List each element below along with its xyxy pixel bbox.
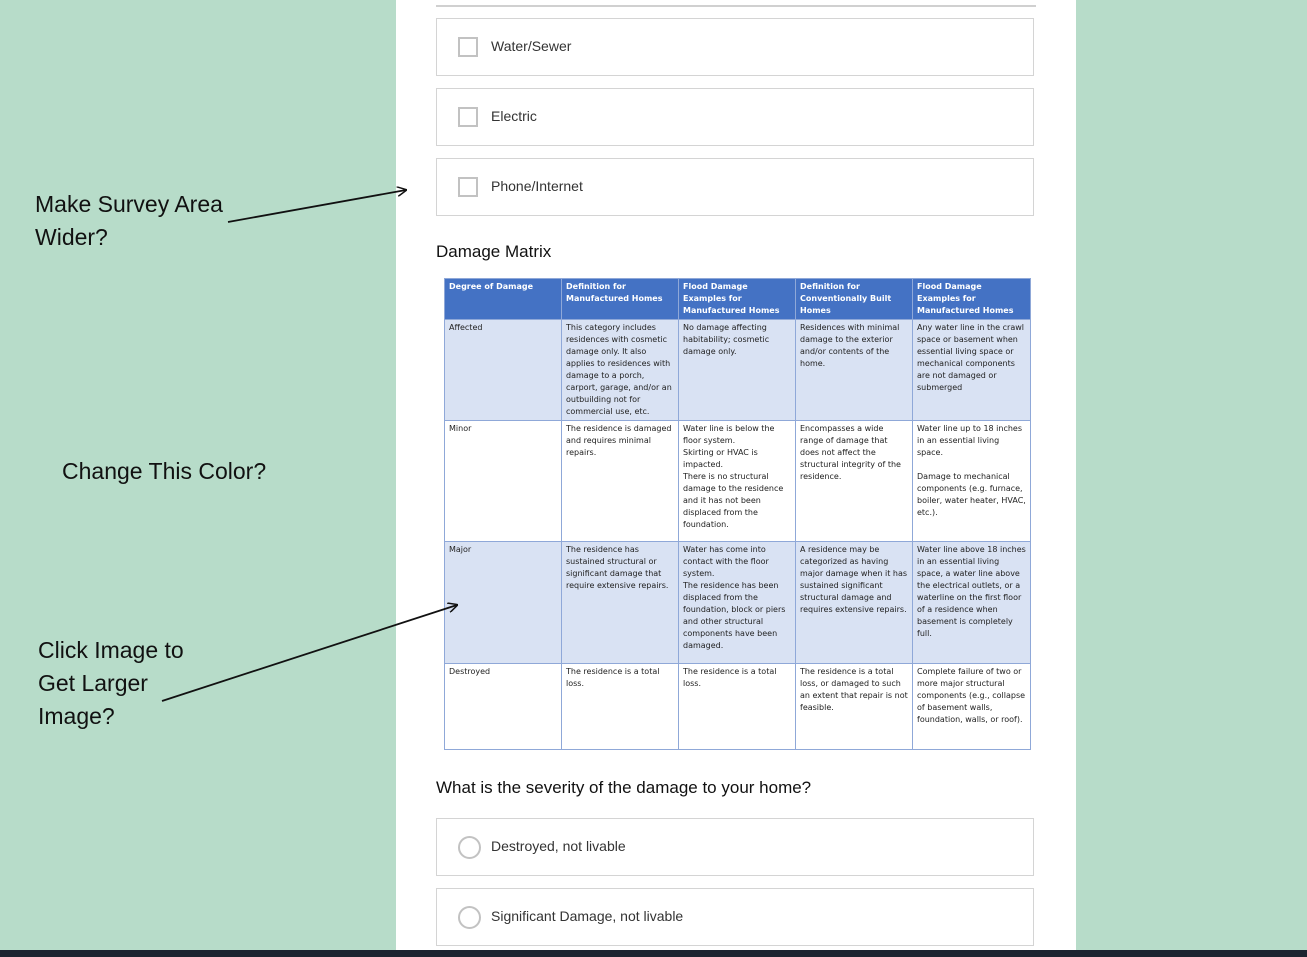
radio-option-destroyed[interactable]: Destroyed, not livable	[436, 818, 1034, 876]
radio-icon[interactable]	[458, 836, 481, 859]
radio-icon[interactable]	[458, 906, 481, 929]
matrix-cell: A residence may be categorized as having…	[795, 541, 913, 664]
checkbox-option-phone-internet[interactable]: Phone/Internet	[436, 158, 1034, 216]
damage-matrix-image[interactable]: Degree of Damage Definition for Manufact…	[444, 278, 1031, 750]
checkbox-label: Water/Sewer	[491, 38, 572, 54]
matrix-row-affected: Affected This category includes residenc…	[444, 319, 1031, 421]
matrix-cell: This category includes residences with c…	[561, 319, 679, 421]
matrix-cell: Major	[444, 541, 562, 664]
previous-field-border	[436, 5, 1036, 7]
checkbox-option-water-sewer[interactable]: Water/Sewer	[436, 18, 1034, 76]
radio-label: Destroyed, not livable	[491, 838, 626, 854]
matrix-cell: The residence has sustained structural o…	[561, 541, 679, 664]
checkbox-label: Electric	[491, 108, 537, 124]
checkbox-icon[interactable]	[458, 107, 478, 127]
matrix-header-row: Degree of Damage Definition for Manufact…	[444, 278, 1031, 320]
matrix-row-major: Major The residence has sustained struct…	[444, 541, 1031, 664]
matrix-header-cell: Flood Damage Examples for Manufactured H…	[678, 278, 796, 320]
matrix-cell: Water line above 18 inches in an essenti…	[912, 541, 1031, 664]
matrix-cell: The residence is a total loss.	[561, 663, 679, 750]
matrix-header-cell: Flood Damage Examples for Manufactured H…	[912, 278, 1031, 320]
matrix-cell: No damage affecting habitability; cosmet…	[678, 319, 796, 421]
matrix-cell: Water has come into contact with the flo…	[678, 541, 796, 664]
annotation-larger-image: Click Image to Get Larger Image?	[38, 637, 184, 729]
matrix-cell: Minor	[444, 420, 562, 542]
checkbox-option-electric[interactable]: Electric	[436, 88, 1034, 146]
matrix-cell: Affected	[444, 319, 562, 421]
matrix-header-cell: Definition for Manufactured Homes	[561, 278, 679, 320]
severity-question: What is the severity of the damage to yo…	[436, 778, 812, 797]
matrix-cell: Destroyed	[444, 663, 562, 750]
matrix-cell: The residence is a total loss.	[678, 663, 796, 750]
matrix-cell: Residences with minimal damage to the ex…	[795, 319, 913, 421]
matrix-cell: Encompasses a wide range of damage that …	[795, 420, 913, 542]
taskbar-edge	[0, 950, 1307, 957]
annotation-make-wider: Make Survey Area Wider?	[35, 191, 223, 250]
matrix-cell: Water line is below the floor system. Sk…	[678, 420, 796, 542]
checkbox-icon[interactable]	[458, 37, 478, 57]
matrix-header-cell: Definition for Conventionally Built Home…	[795, 278, 913, 320]
matrix-cell: Complete failure of two or more major st…	[912, 663, 1031, 750]
radio-option-significant-damage[interactable]: Significant Damage, not livable	[436, 888, 1034, 946]
arrow-to-survey-area	[227, 190, 406, 223]
matrix-cell: The residence is a total loss, or damage…	[795, 663, 913, 750]
damage-matrix-title: Damage Matrix	[436, 242, 552, 261]
matrix-row-destroyed: Destroyed The residence is a total loss.…	[444, 663, 1031, 750]
matrix-cell: Water line up to 18 inches in an essenti…	[912, 420, 1031, 542]
radio-label: Significant Damage, not livable	[491, 908, 684, 924]
matrix-cell: The residence is damaged and requires mi…	[561, 420, 679, 542]
annotation-change-color: Change This Color?	[62, 458, 267, 484]
matrix-row-minor: Minor The residence is damaged and requi…	[444, 420, 1031, 542]
matrix-header-cell: Degree of Damage	[444, 278, 562, 320]
checkbox-label: Phone/Internet	[491, 178, 583, 194]
matrix-cell: Any water line in the crawl space or bas…	[912, 319, 1031, 421]
checkbox-icon[interactable]	[458, 177, 478, 197]
